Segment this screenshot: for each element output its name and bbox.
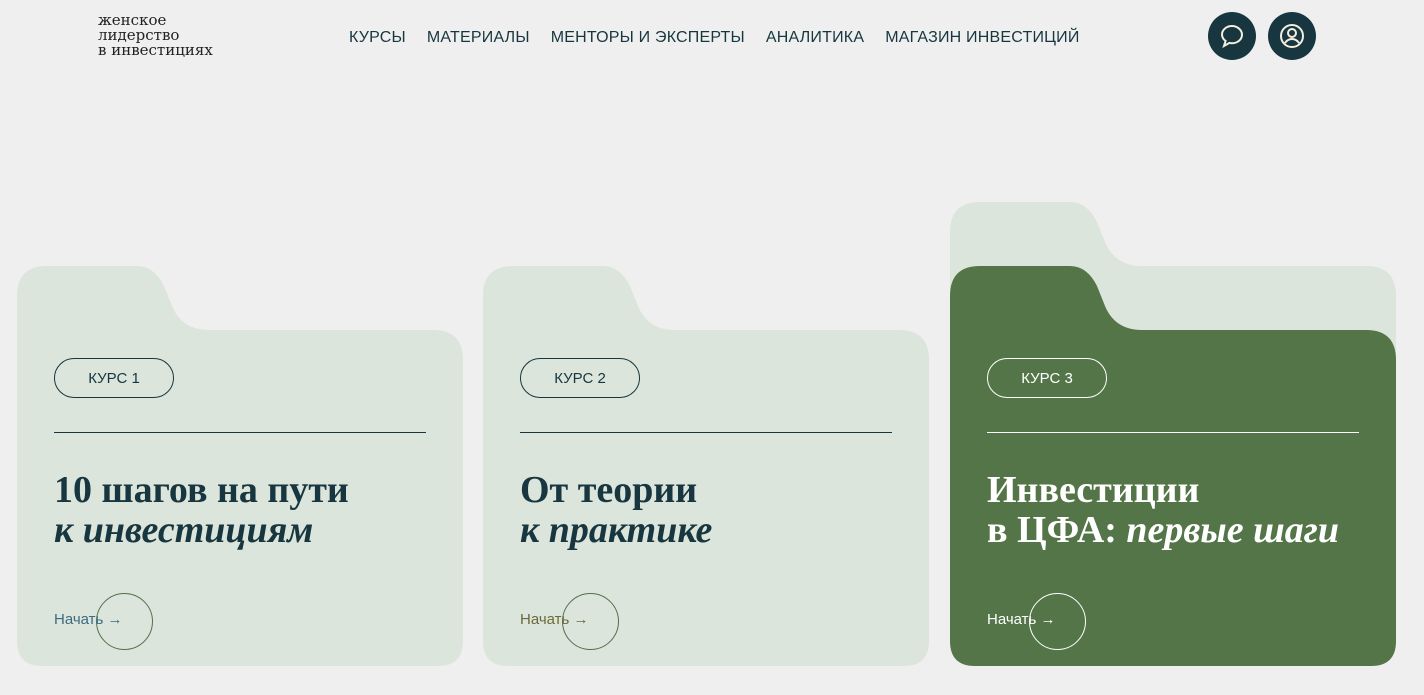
- course-title: От теории к практике: [520, 469, 713, 551]
- nav-mentors[interactable]: МЕНТОРЫ И ЭКСПЕРТЫ: [551, 29, 745, 47]
- nav-shop[interactable]: МАГАЗИН ИНВЕСТИЦИЙ: [885, 29, 1079, 47]
- divider: [987, 432, 1359, 433]
- start-link[interactable]: Начать →: [54, 611, 123, 628]
- nav-materials[interactable]: МАТЕРИАЛЫ: [427, 29, 530, 47]
- course-title: 10 шагов на пути к инвестициям: [54, 469, 349, 551]
- divider: [520, 432, 892, 433]
- course-title: Инвестиции в ЦФА: первые шаги: [987, 469, 1339, 551]
- main-nav: КУРСЫ МАТЕРИАЛЫ МЕНТОРЫ И ЭКСПЕРТЫ АНАЛИ…: [349, 29, 1080, 47]
- nav-analytics[interactable]: АНАЛИТИКА: [766, 29, 864, 47]
- folder-shape: [483, 266, 929, 666]
- course-card-3[interactable]: КУРС 3 Инвестиции в ЦФА: первые шаги Нача…: [950, 202, 1397, 668]
- course-badge: КУРС 1: [54, 358, 174, 398]
- divider: [54, 432, 426, 433]
- logo[interactable]: женское лидерство в инвестициях: [98, 13, 213, 58]
- nav-courses[interactable]: КУРСЫ: [349, 29, 406, 47]
- user-circle-icon: [1280, 24, 1304, 48]
- start-link[interactable]: Начать →: [520, 611, 589, 628]
- logo-line: в инвестициях: [98, 41, 213, 59]
- course-badge: КУРС 2: [520, 358, 640, 398]
- course-card-1[interactable]: КУРС 1 10 шагов на пути к инвестициям Нач…: [17, 202, 464, 668]
- profile-button[interactable]: [1268, 12, 1316, 60]
- folder-shape: [950, 202, 1396, 666]
- chat-bubble-icon: [1220, 24, 1244, 49]
- chat-button[interactable]: [1208, 12, 1256, 60]
- course-badge: КУРС 3: [987, 358, 1107, 398]
- start-link[interactable]: Начать →: [987, 611, 1056, 628]
- course-card-2[interactable]: КУРС 2 От теории к практике Начать →: [483, 202, 930, 668]
- folder-shape: [17, 266, 463, 666]
